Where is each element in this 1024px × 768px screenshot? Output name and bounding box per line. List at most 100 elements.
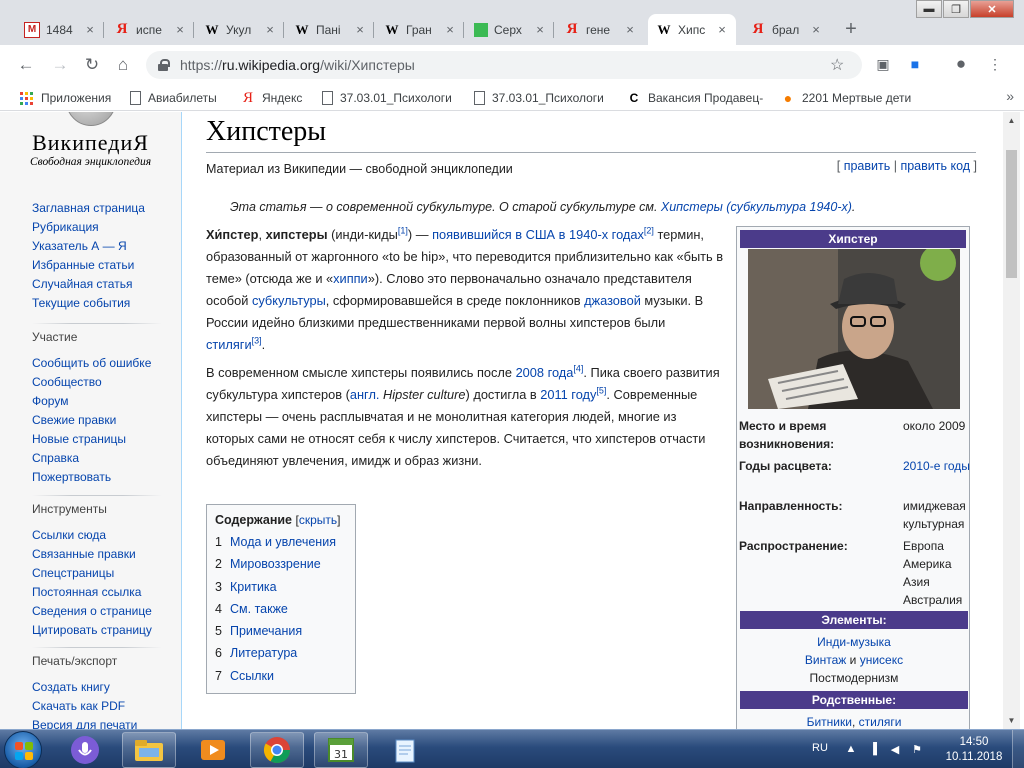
sidebar-item-report-error[interactable]: Сообщить об ошибке <box>32 354 151 373</box>
taskbar-notepad[interactable] <box>378 732 432 768</box>
reference-link[interactable]: [3] <box>252 336 262 346</box>
close-icon[interactable]: × <box>808 22 824 37</box>
reference-link[interactable]: [2] <box>644 226 654 236</box>
sidebar-item-download-pdf[interactable]: Скачать как PDF <box>32 697 137 716</box>
bookmarks-overflow-icon[interactable]: » <box>1006 88 1014 104</box>
toc-link[interactable]: Критика <box>230 580 277 594</box>
video-extension-icon[interactable]: ■ <box>906 55 924 73</box>
address-bar[interactable]: https://ru.wikipedia.org/wiki/Хипстеры ☆ <box>146 51 862 79</box>
action-center-icon[interactable]: ⚑ <box>910 742 924 756</box>
show-hidden-icons-icon[interactable]: ▲ <box>844 742 858 756</box>
toc-item[interactable]: 6 Литература <box>215 642 347 664</box>
article-link[interactable]: хиппи <box>333 271 368 286</box>
tab-wikipedia[interactable]: W Пані × <box>286 14 374 45</box>
article-link[interactable]: субкультуры <box>252 293 326 308</box>
toc-link[interactable]: Примечания <box>230 624 302 638</box>
maximize-button[interactable]: ❐ <box>943 0 969 18</box>
toc-item[interactable]: 1 Мода и увлечения <box>215 531 347 553</box>
clock[interactable]: 14:50 10.11.2018 <box>944 735 1004 765</box>
bookmark-item[interactable]: 37.03.01_Психологи <box>474 89 604 107</box>
infobox-link[interactable]: Битники <box>807 715 852 729</box>
sidebar-item-create-book[interactable]: Создать книгу <box>32 678 137 697</box>
back-button[interactable]: ← <box>14 53 38 77</box>
sidebar-item-index[interactable]: Указатель А — Я <box>32 237 145 256</box>
sidebar-item-categories[interactable]: Рубрикация <box>32 218 145 237</box>
sidebar-item-random[interactable]: Случайная статья <box>32 275 145 294</box>
reference-link[interactable]: [1] <box>398 226 408 236</box>
tab-yandex[interactable]: Я испе × <box>106 14 194 45</box>
infobox-photo[interactable] <box>748 249 960 409</box>
close-icon[interactable]: × <box>442 22 458 37</box>
tab-wikipedia[interactable]: W Гран × <box>376 14 464 45</box>
reference-link[interactable]: [4] <box>573 364 583 374</box>
toc-link[interactable]: Мода и увлечения <box>230 535 336 549</box>
taskbar-media[interactable] <box>186 732 240 768</box>
sidebar-item-community[interactable]: Сообщество <box>32 373 151 392</box>
forward-button[interactable]: → <box>48 53 72 77</box>
close-icon[interactable]: × <box>172 22 188 37</box>
article-link[interactable]: стиляги <box>206 337 252 352</box>
bookmark-item[interactable]: ● 2201 Мертвые дети <box>780 89 911 107</box>
bookmark-item[interactable]: C Вакансия Продавец- <box>626 89 764 107</box>
volume-icon[interactable]: ◀ <box>888 742 902 756</box>
scroll-down-arrow-icon[interactable]: ▼ <box>1003 712 1020 729</box>
language-indicator[interactable]: RU <box>812 742 828 754</box>
network-icon[interactable]: ▐ <box>866 742 880 756</box>
sidebar-item-main-page[interactable]: Заглавная страница <box>32 199 145 218</box>
tab-wikipedia[interactable]: W Укул × <box>196 14 284 45</box>
toc-link[interactable]: Литература <box>230 646 297 660</box>
tab-active-hipsters[interactable]: W Хипс × <box>648 14 736 45</box>
sidebar-item-help[interactable]: Справка <box>32 449 151 468</box>
reload-button[interactable]: ↻ <box>80 53 104 77</box>
edit-link[interactable]: править <box>844 159 891 173</box>
sidebar-item-printable[interactable]: Версия для печати <box>32 716 137 729</box>
article-link[interactable]: 2011 году <box>540 387 596 402</box>
edit-source-link[interactable]: править код <box>900 159 970 173</box>
close-window-button[interactable]: ✕ <box>970 0 1014 18</box>
reference-link[interactable]: [5] <box>596 386 606 396</box>
url-text[interactable]: https://ru.wikipedia.org/wiki/Хипстеры <box>180 57 830 73</box>
infobox-link[interactable]: Инди-музыка <box>817 635 891 649</box>
scrollbar-thumb[interactable] <box>1006 150 1017 278</box>
infobox-link[interactable]: Винтаж <box>805 653 846 667</box>
close-icon[interactable]: × <box>262 22 278 37</box>
close-icon[interactable]: × <box>532 22 548 37</box>
tab-yandex[interactable]: Я гене × <box>556 14 644 45</box>
taskbar-mic[interactable] <box>58 732 112 768</box>
tab-yandex[interactable]: Я брал × <box>742 14 830 45</box>
tab-sheet[interactable]: Серх × <box>466 14 554 45</box>
page-scrollbar[interactable]: ▲ ▼ <box>1003 112 1020 729</box>
toc-link[interactable]: См. также <box>230 602 288 616</box>
sidebar-item-permanent-link[interactable]: Постоянная ссылка <box>32 583 152 602</box>
bookmark-item[interactable]: Авиабилеты <box>130 89 217 107</box>
minimize-button[interactable]: ▬ <box>916 0 942 18</box>
close-icon[interactable]: × <box>82 22 98 37</box>
infobox-value-link[interactable]: 2010-е годы <box>903 457 973 475</box>
bookmark-apps[interactable]: Приложения <box>20 89 111 107</box>
sidebar-item-special-pages[interactable]: Спецстраницы <box>32 564 152 583</box>
sidebar-item-related-changes[interactable]: Связанные правки <box>32 545 152 564</box>
wikipedia-logo[interactable]: ВикипедиЯ Свободная энциклопедия <box>18 112 163 168</box>
extension-icon[interactable]: ▣ <box>874 55 892 73</box>
article-link[interactable]: джазовой <box>584 293 641 308</box>
tab-gmail[interactable]: M 1484 × <box>16 14 104 45</box>
article-link[interactable]: 2008 года <box>516 365 574 380</box>
article-link[interactable]: англ. <box>350 387 380 402</box>
sidebar-item-recent-changes[interactable]: Свежие правки <box>32 411 151 430</box>
toc-item[interactable]: 4 См. также <box>215 598 347 620</box>
hatnote-link[interactable]: Хипстеры (субкультура 1940-х) <box>661 200 852 214</box>
sidebar-item-featured[interactable]: Избранные статьи <box>32 256 145 275</box>
toc-link[interactable]: Мировоззрение <box>230 557 321 571</box>
show-desktop-button[interactable] <box>1012 730 1024 768</box>
close-icon[interactable]: × <box>622 22 638 37</box>
article-link[interactable]: появившийся в США в 1940-х годах <box>432 227 644 242</box>
close-icon[interactable]: × <box>352 22 368 37</box>
home-button[interactable]: ⌂ <box>111 53 135 77</box>
bookmark-star-icon[interactable]: ☆ <box>830 55 854 75</box>
toc-link[interactable]: Ссылки <box>230 669 274 683</box>
sidebar-item-current-events[interactable]: Текущие события <box>32 294 145 313</box>
scroll-up-arrow-icon[interactable]: ▲ <box>1003 112 1020 129</box>
taskbar-chrome[interactable] <box>250 732 304 768</box>
toc-item[interactable]: 5 Примечания <box>215 620 347 642</box>
close-icon[interactable]: × <box>714 22 730 37</box>
